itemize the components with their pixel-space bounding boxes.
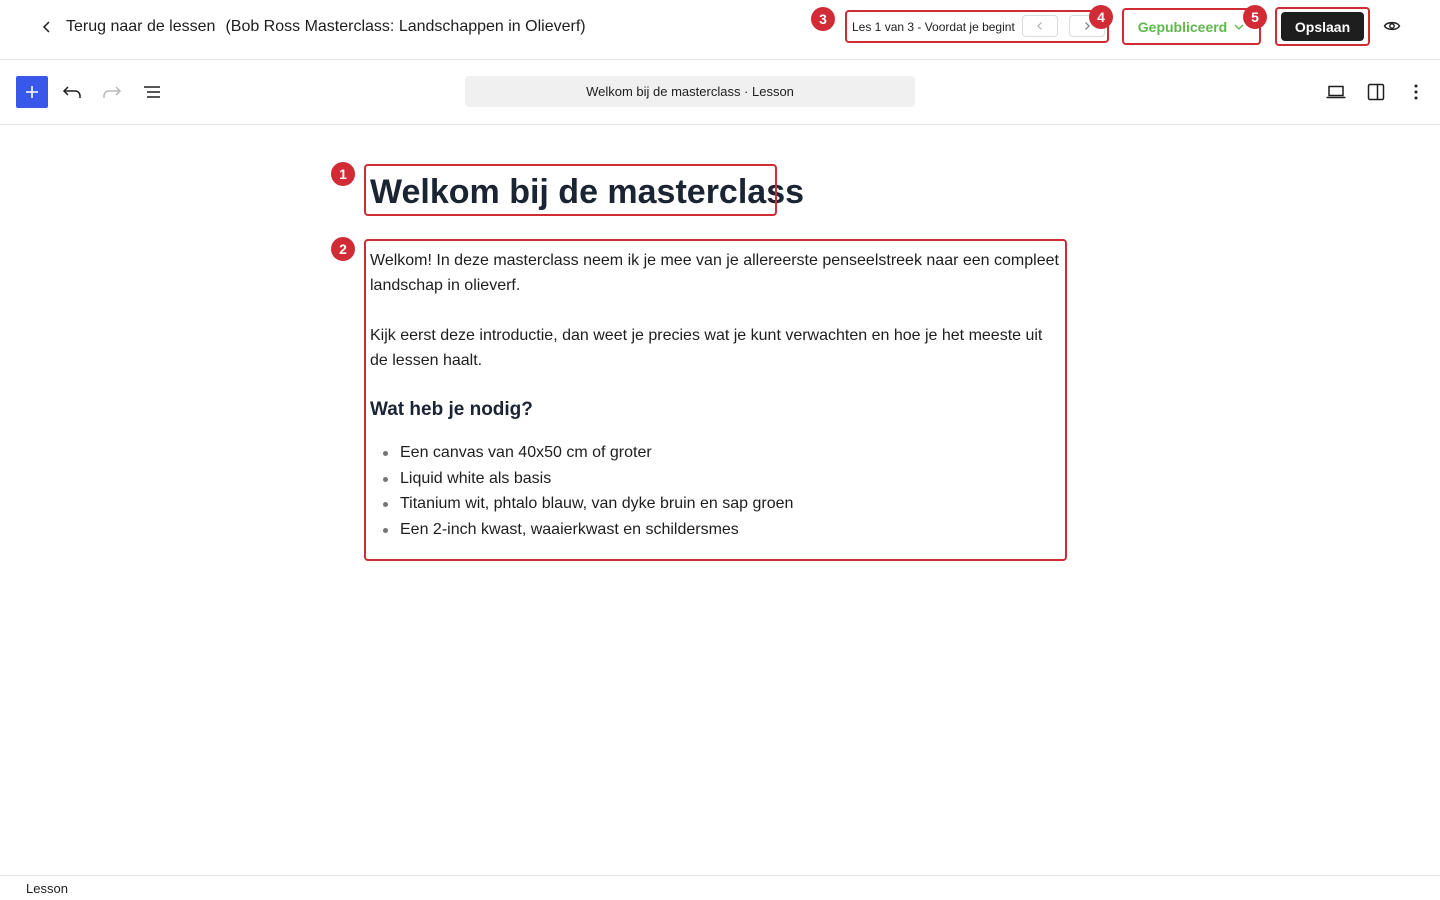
annotation-badge-4: 4: [1089, 5, 1113, 29]
list-view-icon: [144, 86, 160, 98]
annotation-badge-3: 3: [811, 7, 835, 31]
course-title: (Bob Ross Masterclass: Landschappen in O…: [225, 18, 586, 35]
more-options-icon: [1414, 84, 1418, 100]
annotation-box-content: [364, 239, 1067, 561]
annotation-box-save: [1275, 7, 1370, 46]
document-bar[interactable]: Welkom bij de masterclass · Lesson: [465, 76, 915, 107]
annotation-badge-2: 2: [331, 237, 355, 261]
breadcrumb-item[interactable]: Lesson: [26, 881, 68, 896]
back-to-lessons-link[interactable]: Terug naar de lessen (Bob Ross Mastercla…: [40, 14, 586, 40]
list-view-button[interactable]: [140, 80, 164, 104]
annotation-badge-1: 1: [331, 162, 355, 186]
undo-icon: [62, 86, 81, 98]
more-options-button[interactable]: [1404, 80, 1428, 104]
annotation-badge-5: 5: [1243, 5, 1267, 29]
undo-button[interactable]: [60, 80, 84, 104]
redo-icon: [103, 86, 122, 98]
redo-button[interactable]: [100, 80, 124, 104]
annotation-box-status: [1122, 8, 1261, 45]
back-label: Terug naar de lessen: [66, 18, 216, 35]
settings-sidebar-button[interactable]: [1364, 80, 1388, 104]
plus-icon: [26, 86, 38, 98]
add-block-button[interactable]: [16, 76, 48, 108]
desktop-preview-icon: [1326, 85, 1346, 99]
sidebar-toggle-icon: [1367, 83, 1385, 101]
editor-toolbar: Welkom bij de masterclass · Lesson: [0, 60, 1440, 125]
annotation-box-lesson-nav: [845, 10, 1109, 43]
chevron-left-icon: [42, 21, 50, 33]
preview-device-button[interactable]: [1324, 80, 1348, 104]
block-breadcrumb-bar: Lesson: [0, 875, 1440, 900]
eye-icon[interactable]: [1383, 18, 1401, 34]
editor-header: Terug naar de lessen (Bob Ross Mastercla…: [0, 0, 1440, 60]
annotation-box-title: [364, 164, 777, 216]
